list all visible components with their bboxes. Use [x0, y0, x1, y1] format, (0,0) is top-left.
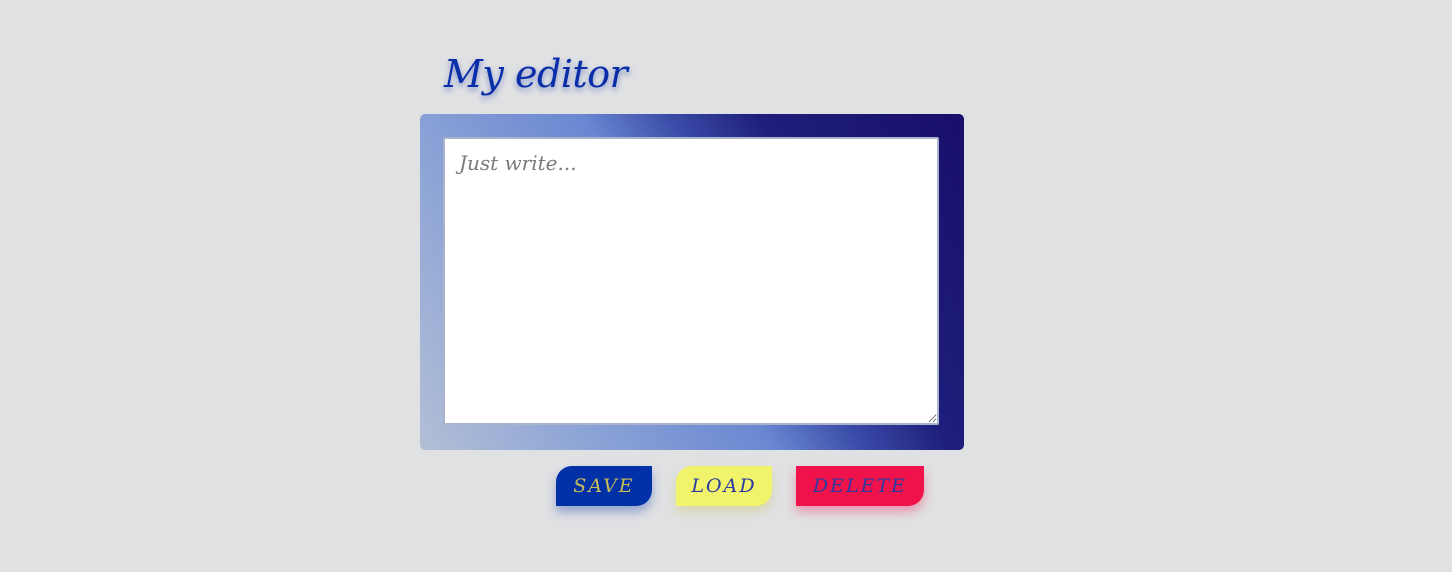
editor-textarea[interactable] — [443, 137, 939, 425]
load-button[interactable]: LOAD — [676, 466, 772, 506]
delete-button[interactable]: DELETE — [796, 466, 924, 506]
save-button[interactable]: SAVE — [556, 466, 652, 506]
page-title: My editor — [444, 52, 628, 96]
editor-frame — [420, 114, 964, 450]
action-buttons: SAVE LOAD DELETE — [556, 466, 924, 506]
